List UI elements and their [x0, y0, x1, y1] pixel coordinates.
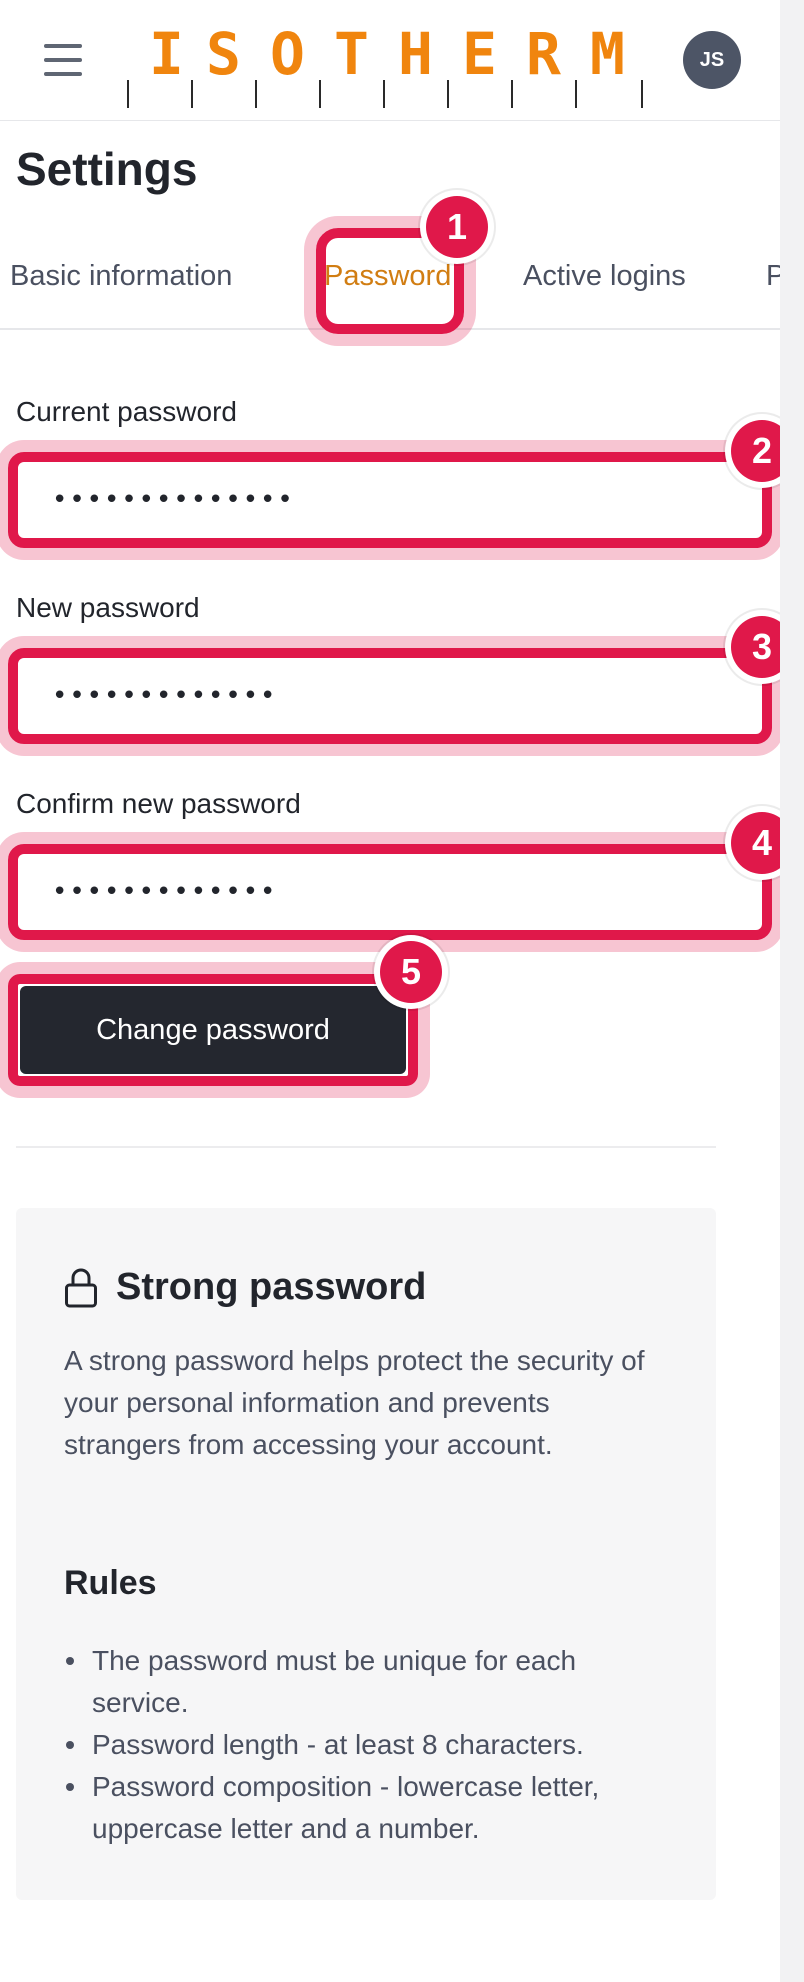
annotation-badge-5: 5 — [380, 941, 442, 1003]
rule-item: Password composition - lowercase letter,… — [64, 1766, 674, 1850]
annotation-badge-1: 1 — [426, 196, 488, 258]
current-password-label: Current password — [16, 396, 237, 427]
logo-letter: H — [398, 20, 433, 88]
logo-letter: R — [526, 20, 561, 88]
logo-letter: T — [334, 20, 369, 88]
tab-basic-information[interactable]: Basic information — [10, 260, 232, 293]
rule-item: The password must be unique for each ser… — [64, 1640, 674, 1724]
info-description: A strong password helps protect the secu… — [64, 1345, 645, 1460]
tab-preferences[interactable]: Pre — [766, 260, 780, 293]
rules-title: Rules — [64, 1564, 157, 1602]
page-title: Settings — [16, 143, 198, 195]
page: I S O T H E R M JS Settings Basic inform… — [0, 0, 793, 1982]
brand-logo[interactable]: I S O T H E R M — [125, 20, 645, 108]
logo-letter: I — [149, 20, 184, 88]
highlight-change-password-button — [8, 974, 418, 1086]
lock-icon — [65, 1268, 97, 1307]
highlight-new-password — [8, 648, 772, 744]
info-title-row: Strong password — [64, 1266, 426, 1309]
logo-letter: M — [590, 20, 625, 88]
rule-item: Password length - at least 8 characters. — [64, 1724, 674, 1766]
logo-letter: S — [206, 20, 241, 88]
tab-active-logins[interactable]: Active logins — [523, 260, 686, 293]
logo-letter: E — [462, 20, 497, 88]
highlight-confirm-password — [8, 844, 772, 940]
info-title: Strong password — [116, 1266, 427, 1308]
logo-letter: O — [270, 20, 305, 88]
confirm-password-label: Confirm new password — [16, 788, 301, 819]
scrollbar[interactable] — [780, 0, 804, 1982]
strong-password-card: Strong password A strong password helps … — [16, 1208, 716, 1900]
hamburger-menu-icon[interactable] — [40, 42, 86, 78]
user-avatar[interactable]: JS — [683, 31, 741, 89]
app-header: I S O T H E R M JS — [0, 0, 780, 121]
new-password-label: New password — [16, 592, 200, 623]
highlight-current-password — [8, 452, 772, 548]
section-divider — [16, 1146, 716, 1148]
rules-list: The password must be unique for each ser… — [64, 1640, 674, 1850]
